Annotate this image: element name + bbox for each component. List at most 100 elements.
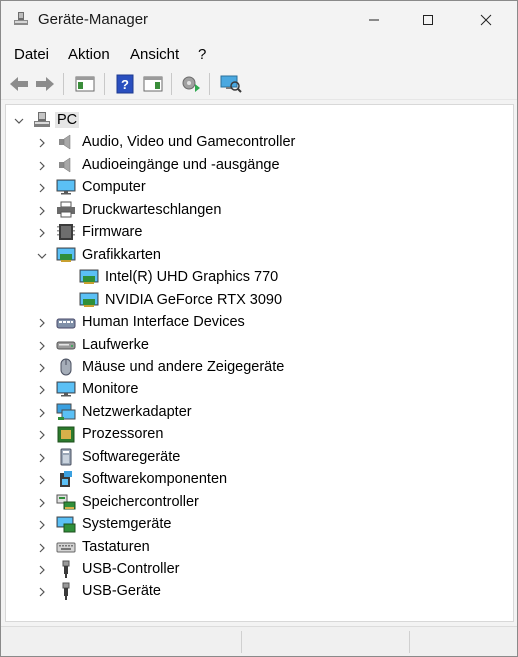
update-driver-icon (182, 76, 200, 92)
tree-item-label: Netzwerkadapter (82, 403, 192, 420)
tree-category[interactable]: Netzwerkadapter (6, 401, 513, 423)
tree-item-label: Speichercontroller (82, 493, 199, 510)
chevron-right-icon[interactable] (36, 451, 48, 463)
tree-category[interactable]: Mäuse und andere Zeigegeräte (6, 356, 513, 378)
tree-item-label: Intel(R) UHD Graphics 770 (105, 269, 279, 286)
back-button[interactable] (7, 72, 31, 96)
menu-bar: Datei Aktion Ansicht ? (1, 41, 517, 67)
tree-device[interactable]: Intel(R) UHD Graphics 770 (6, 266, 513, 288)
chip-icon (56, 223, 76, 241)
chevron-right-icon[interactable] (36, 428, 48, 440)
speaker-icon (59, 157, 71, 173)
tree-category[interactable]: Computer (6, 176, 513, 198)
chevron-right-icon[interactable] (36, 159, 48, 171)
title-bar[interactable]: Geräte-Manager (1, 1, 517, 39)
tree-category[interactable]: Audio, Video und Gamecontroller (6, 131, 513, 153)
chevron-right-icon[interactable] (36, 339, 48, 351)
chevron-right-icon[interactable] (36, 383, 48, 395)
tree-item-label: NVIDIA GeForce RTX 3090 (105, 291, 283, 308)
chip-icon (57, 224, 75, 241)
chevron-right-icon[interactable] (36, 541, 48, 553)
minimize-button[interactable] (351, 1, 397, 39)
tree-root-pc[interactable]: PC (6, 109, 513, 131)
system-device-icon (56, 515, 76, 533)
menu-action[interactable]: Aktion (68, 46, 110, 63)
scan-hardware-button[interactable] (219, 72, 243, 96)
tree-item-label: Tastaturen (82, 538, 150, 555)
usb-icon (56, 582, 76, 601)
hid-icon (56, 313, 76, 331)
chevron-right-icon[interactable] (36, 226, 48, 238)
tree-category[interactable]: Druckwarteschlangen (6, 199, 513, 221)
printer-icon (56, 201, 76, 219)
pc-icon (34, 112, 50, 127)
usb-icon (62, 582, 70, 601)
menu-file[interactable]: Datei (14, 46, 49, 63)
display-adapter-icon (79, 292, 99, 307)
toolbar-separator (171, 73, 172, 95)
tree-category[interactable]: Grafikkarten (6, 244, 513, 266)
close-button[interactable] (463, 1, 509, 39)
display-adapter-icon (79, 269, 99, 285)
usb-icon (56, 560, 76, 578)
chevron-right-icon[interactable] (36, 181, 48, 193)
chevron-right-icon[interactable] (36, 361, 48, 373)
help-button[interactable]: ? (113, 72, 137, 96)
printer-icon (57, 201, 75, 218)
tree-category[interactable]: Monitore (6, 378, 513, 400)
tree-category[interactable]: Systemgeräte (6, 513, 513, 535)
speaker-icon (59, 134, 71, 150)
monitor-icon (56, 381, 76, 397)
pc-icon (32, 111, 52, 129)
show-hide-tree-button[interactable] (73, 72, 97, 96)
toolbar: ? (1, 68, 517, 100)
system-device-icon (56, 516, 76, 533)
chevron-right-icon[interactable] (36, 585, 48, 597)
chevron-right-icon[interactable] (36, 518, 48, 530)
tree-device[interactable]: NVIDIA GeForce RTX 3090 (6, 289, 513, 311)
tree-category[interactable]: Prozessoren (6, 423, 513, 445)
tree-category[interactable]: Audioeingänge und -ausgänge (6, 154, 513, 176)
mouse-icon (56, 358, 76, 376)
device-tree[interactable]: PC Audio, Video und Gamecontroller Audioei… (5, 104, 514, 622)
toolbar-separator (209, 73, 210, 95)
keyboard-icon (56, 542, 76, 553)
tree-category[interactable]: Laufwerke (6, 334, 513, 356)
properties-button[interactable] (141, 72, 165, 96)
update-driver-button[interactable] (179, 72, 203, 96)
maximize-button[interactable] (405, 1, 451, 39)
chevron-down-icon[interactable] (13, 114, 25, 126)
tree-item-label: USB-Geräte (82, 583, 161, 600)
tree-category[interactable]: Firmware (6, 221, 513, 243)
tree-category[interactable]: USB-Geräte (6, 580, 513, 602)
tree-category[interactable]: Speichercontroller (6, 491, 513, 513)
menu-help[interactable]: ? (198, 46, 206, 63)
forward-button[interactable] (33, 72, 57, 96)
chevron-right-icon[interactable] (36, 563, 48, 575)
tree-category[interactable]: Softwarekomponenten (6, 468, 513, 490)
tree-item-label: Grafikkarten (82, 246, 161, 263)
toolbar-separator (63, 73, 64, 95)
chevron-right-icon[interactable] (36, 204, 48, 216)
storage-controller-icon (56, 493, 76, 511)
tree-category[interactable]: USB-Controller (6, 558, 513, 580)
display-adapter-icon (79, 268, 99, 286)
tree-category[interactable]: Tastaturen (6, 536, 513, 558)
chevron-right-icon[interactable] (36, 496, 48, 508)
chevron-right-icon[interactable] (36, 316, 48, 328)
display-adapter-icon (56, 246, 76, 264)
chevron-down-icon[interactable] (36, 249, 48, 261)
tree-item-label: Laufwerke (82, 336, 149, 353)
tree-item-label: Human Interface Devices (82, 314, 245, 331)
usb-icon (62, 560, 70, 578)
tree-category[interactable]: Softwaregeräte (6, 446, 513, 468)
tree-category[interactable]: Human Interface Devices (6, 311, 513, 333)
tree-item-label: Druckwarteschlangen (82, 201, 222, 218)
chevron-right-icon[interactable] (36, 473, 48, 485)
chevron-right-icon[interactable] (36, 136, 48, 148)
menu-view[interactable]: Ansicht (130, 46, 179, 63)
chevron-right-icon[interactable] (36, 406, 48, 418)
scan-hardware-icon (220, 75, 242, 93)
device-manager-window: Geräte-Manager Datei Aktion Ansicht ? ? (0, 0, 518, 657)
tree-item-label: Audioeingänge und -ausgänge (82, 156, 280, 173)
